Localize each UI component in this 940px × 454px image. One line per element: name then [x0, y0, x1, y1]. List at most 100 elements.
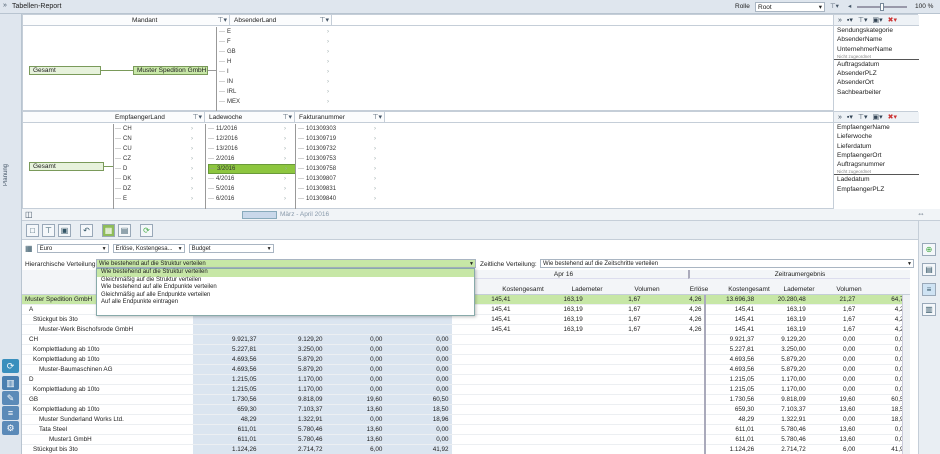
cell-value[interactable]: 145,41 [451, 324, 514, 335]
cell-value[interactable]: 611,01 [704, 434, 758, 445]
layout-icon[interactable]: ▤ [922, 263, 936, 276]
cell-value[interactable]: 1.730,56 [193, 394, 260, 405]
nav-planning-icon[interactable]: ⟳ [2, 359, 19, 373]
cell-value[interactable]: 0,00 [808, 354, 859, 365]
cell-value[interactable]: 611,01 [704, 424, 758, 435]
dimension-item[interactable]: AbsenderOrt [834, 78, 919, 87]
currency-select[interactable]: Euro ▼ [36, 243, 109, 253]
list-item[interactable]: —11/2016 › [208, 124, 296, 134]
cell-value[interactable]: 48,29 [193, 414, 260, 425]
chevron-right-icon[interactable]: › [191, 184, 193, 194]
role-select[interactable]: Root ▾ [755, 2, 825, 12]
chevron-right-icon[interactable]: › [284, 194, 286, 204]
list-item[interactable]: —101309840 › [298, 194, 386, 204]
chevron-right-icon[interactable]: › [327, 97, 329, 107]
cell-value[interactable]: 19,60 [808, 394, 859, 405]
cell-value[interactable]: 41,92 [385, 444, 452, 454]
table-row[interactable]: Komplettladung ab 10to 4.693,56 5.879,20 0,… [22, 354, 910, 365]
row-label[interactable]: D [22, 374, 194, 385]
filter-icon[interactable]: ⊤▾ [858, 16, 868, 24]
cell-value[interactable]: 1.124,26 [704, 444, 758, 454]
cell-value[interactable]: 18,96 [385, 414, 452, 425]
list-item[interactable]: — CU › [115, 144, 203, 154]
cell-value[interactable]: 4.693,56 [193, 364, 260, 375]
row-label[interactable]: CH [22, 334, 194, 345]
list-item[interactable]: —101309753 › [298, 154, 386, 164]
cell-value[interactable] [451, 354, 514, 365]
cell-value[interactable]: 9.921,37 [193, 334, 260, 345]
list-item[interactable]: — E › [115, 194, 203, 204]
chevron-right-icon[interactable]: › [191, 194, 193, 204]
cell-value[interactable] [643, 424, 706, 435]
dimension-item[interactable]: Lieferdatum [834, 142, 919, 151]
cell-value[interactable]: 0,00 [325, 364, 386, 375]
cell-value[interactable]: 7.103,37 [259, 404, 326, 415]
dimension-item[interactable]: EmpfaengerName [834, 123, 919, 132]
list-item[interactable]: —2/2016 › [208, 154, 296, 164]
cell-value[interactable]: 60,50 [385, 394, 452, 405]
cell-value[interactable]: 0,00 [808, 344, 859, 355]
cell-value[interactable]: 9.921,37 [704, 334, 758, 345]
cell-value[interactable]: 0,00 [385, 344, 452, 355]
cell-value[interactable] [451, 364, 514, 375]
nav-report-icon[interactable]: ≡ [2, 406, 19, 420]
cell-value[interactable] [193, 324, 260, 335]
column-header-mandant[interactable]: Mandant ⊤▾ [128, 15, 230, 25]
chevron-right-icon[interactable]: › [284, 184, 286, 194]
cell-value[interactable]: 1,67 [808, 314, 859, 325]
cell-value[interactable]: 13,60 [325, 424, 386, 435]
cell-value[interactable]: 0,00 [325, 354, 386, 365]
dropdown-option[interactable]: Auf alle Endpunkte eintragen [97, 299, 474, 307]
cell-value[interactable]: 163,19 [513, 324, 586, 335]
undo-icon[interactable]: ↶ [80, 223, 93, 237]
cell-value[interactable]: 13,60 [808, 404, 859, 415]
cell-value[interactable] [259, 324, 326, 335]
cell-value[interactable] [585, 334, 644, 345]
cell-value[interactable] [643, 444, 706, 454]
cell-value[interactable] [643, 374, 706, 385]
cell-value[interactable] [585, 434, 644, 445]
cell-value[interactable]: 0,00 [385, 364, 452, 375]
cell-value[interactable]: 163,19 [513, 304, 586, 315]
cell-value[interactable]: 3.250,00 [259, 344, 326, 355]
row-label[interactable]: Komplettladung ab 10to [22, 354, 194, 365]
cell-value[interactable]: 5.879,20 [757, 364, 809, 375]
list-item[interactable]: —13/2016 › [208, 144, 296, 154]
cell-value[interactable]: 4,26 [643, 304, 706, 315]
version-select[interactable]: Budget ▼ [188, 243, 274, 253]
list-item[interactable]: — DK › [115, 174, 203, 184]
dimension-item[interactable]: UnternehmerName [834, 45, 919, 54]
grid-scrollbar[interactable] [902, 295, 910, 454]
cell-value[interactable]: 1.124,26 [193, 444, 260, 454]
cell-value[interactable]: 0,00 [385, 424, 452, 435]
expand-chevron-icon[interactable]: » [3, 2, 7, 9]
chevron-right-icon[interactable]: › [374, 194, 376, 204]
chevron-right-icon[interactable]: › [284, 124, 286, 134]
cell-value[interactable]: 13,60 [325, 434, 386, 445]
cell-value[interactable]: 5.879,20 [259, 354, 326, 365]
cell-value[interactable] [259, 314, 326, 325]
cell-value[interactable] [385, 324, 452, 335]
table-row[interactable]: D 1.215,05 1.170,00 0,00 0,00 1.215,05 1.170,0… [22, 374, 910, 385]
column-header[interactable]: Volumen [824, 286, 874, 293]
cell-value[interactable] [643, 334, 706, 345]
cell-value[interactable] [325, 324, 386, 335]
cell-value[interactable] [513, 434, 586, 445]
close-icon[interactable]: ✖▾ [888, 113, 897, 121]
row-label[interactable]: Stückgut bis 3to [22, 314, 194, 325]
cell-value[interactable] [451, 424, 514, 435]
row-label[interactable]: Muster1 GmbH [22, 434, 194, 445]
close-icon[interactable]: ✖▾ [888, 16, 897, 24]
save-icon[interactable]: ▣▾ [873, 16, 883, 24]
cell-value[interactable]: 1,67 [585, 295, 644, 305]
distribution-select[interactable]: Wie bestehend auf die Struktur verteilen… [96, 259, 476, 268]
expand-icon[interactable]: » [838, 114, 842, 121]
list-item[interactable]: —101309807 › [298, 174, 386, 184]
table-row[interactable]: Stückgut bis 3to 1.124,26 2.714,72 6,00 41,9… [22, 444, 910, 454]
dimension-item[interactable]: EmpfaengerPLZ [834, 185, 919, 194]
cell-value[interactable] [643, 414, 706, 425]
cell-value[interactable] [585, 364, 644, 375]
cell-value[interactable] [451, 434, 514, 445]
chevron-right-icon[interactable]: › [374, 164, 376, 174]
save-icon[interactable]: ▣ [58, 223, 71, 237]
